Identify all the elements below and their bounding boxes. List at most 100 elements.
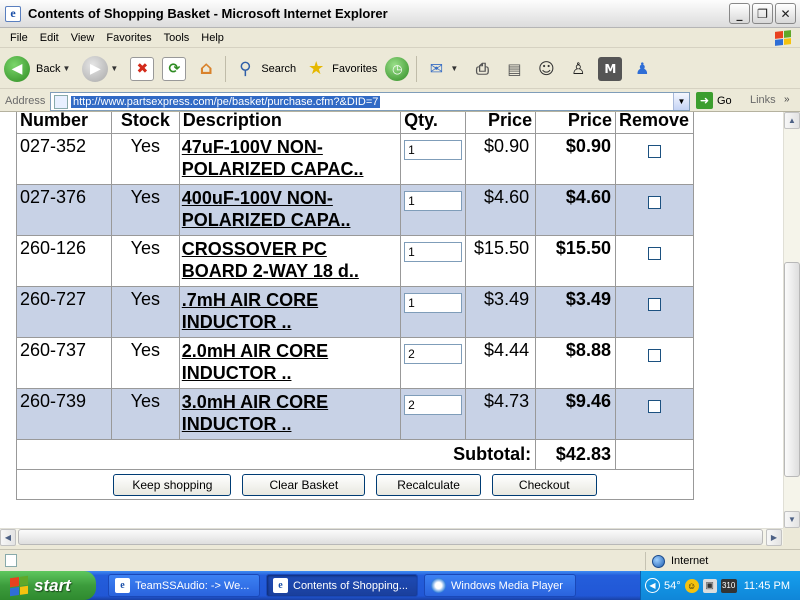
header-ext-price: Price [535, 112, 616, 134]
links-button[interactable]: Links [750, 94, 776, 106]
refresh-button[interactable]: ⟳ [158, 53, 190, 85]
item-number: 027-352 [16, 133, 112, 185]
vertical-scrollbar[interactable]: ▲ ▼ [783, 112, 800, 528]
menu-view[interactable]: View [65, 32, 101, 44]
taskbar-item-media-player[interactable]: Windows Media Player [424, 574, 576, 597]
item-number: 027-376 [16, 184, 112, 236]
item-description: 400uF-100V NON- POLARIZED CAPA.. [178, 184, 402, 236]
menu-file[interactable]: File [4, 32, 34, 44]
recalculate-button[interactable]: Recalculate [376, 474, 481, 496]
vertical-scroll-thumb[interactable] [784, 262, 800, 477]
maximize-button[interactable]: ❐ [752, 3, 773, 24]
media-button[interactable]: M [594, 53, 626, 85]
clear-basket-button[interactable]: Clear Basket [242, 474, 366, 496]
remove-checkbox[interactable] [647, 298, 661, 311]
network-icon[interactable]: ▣ [702, 578, 717, 593]
checkout-button[interactable]: Checkout [491, 474, 597, 496]
item-description-link[interactable]: .7mH AIR CORE INDUCTOR .. [182, 289, 398, 333]
print-button[interactable]: ⎙ [466, 53, 498, 85]
subtotal-value: $42.83 [535, 439, 616, 470]
forward-button[interactable]: ▶ ▼ [78, 53, 126, 85]
item-number: 260-737 [16, 337, 112, 389]
address-input[interactable]: http://www.partsexpress.com/pe/basket/pu… [50, 92, 690, 111]
item-ext-price: $8.88 [535, 337, 616, 389]
menu-edit[interactable]: Edit [34, 32, 65, 44]
item-qty-cell [400, 388, 467, 440]
forward-dropdown-icon[interactable]: ▼ [110, 64, 118, 73]
remove-checkbox[interactable] [647, 247, 661, 260]
scroll-right-icon[interactable]: ▶ [766, 529, 782, 546]
discuss-button[interactable]: ☺ [530, 53, 562, 85]
tray-app-icon[interactable]: 310 [720, 578, 737, 593]
horizontal-scrollbar[interactable]: ◀ ▶ [0, 528, 783, 546]
links-chevron-icon[interactable]: » [784, 94, 790, 105]
back-button[interactable]: ◀ Back ▼ [0, 53, 78, 85]
clock[interactable]: 11:45 PM [744, 580, 790, 592]
mail-dropdown-icon[interactable]: ▼ [450, 64, 458, 73]
print-icon: ⎙ [475, 58, 489, 78]
address-label: Address [5, 94, 46, 107]
menu-favorites[interactable]: Favorites [100, 32, 157, 44]
mail-button[interactable]: ✉ ▼ [420, 53, 466, 85]
edit-button[interactable]: ▤ [498, 53, 530, 85]
qty-input[interactable] [404, 242, 463, 262]
item-qty-cell [400, 235, 467, 287]
home-button[interactable]: ⌂ [190, 53, 222, 85]
subtotal-spacer [614, 439, 695, 470]
weather-temp[interactable]: 54° [664, 580, 681, 592]
ie-icon: e [273, 578, 288, 593]
close-button[interactable]: ✕ [775, 3, 796, 24]
scroll-up-icon[interactable]: ▲ [784, 112, 800, 129]
qty-input[interactable] [404, 191, 463, 211]
history-button[interactable]: ◷ [381, 53, 413, 85]
scroll-left-icon[interactable]: ◀ [0, 529, 16, 546]
item-qty-cell [400, 337, 467, 389]
contacts-button[interactable]: ♟ [626, 53, 658, 85]
item-description-link[interactable]: CROSSOVER PC BOARD 2-WAY 18 d.. [182, 238, 398, 282]
remove-cell [614, 235, 695, 287]
start-label: start [34, 575, 71, 595]
address-dropdown-icon[interactable]: ▼ [673, 93, 689, 110]
stop-button[interactable]: ✖ [126, 53, 158, 85]
remove-checkbox[interactable] [647, 349, 661, 362]
item-description: CROSSOVER PC BOARD 2-WAY 18 d.. [178, 235, 402, 287]
start-button[interactable]: start [0, 571, 96, 600]
back-dropdown-icon[interactable]: ▼ [62, 64, 70, 73]
item-description-link[interactable]: 2.0mH AIR CORE INDUCTOR .. [182, 340, 398, 384]
qty-input[interactable] [404, 140, 463, 160]
go-button[interactable]: ➜ Go [696, 92, 732, 109]
item-description-link[interactable]: 3.0mH AIR CORE INDUCTOR .. [182, 391, 398, 435]
qty-input[interactable] [404, 344, 463, 364]
menu-tools[interactable]: Tools [158, 32, 196, 44]
search-button[interactable]: ⚲ Search [229, 53, 300, 85]
search-icon: ⚲ [239, 58, 252, 79]
item-description-link[interactable]: 400uF-100V NON- POLARIZED CAPA.. [182, 187, 398, 231]
taskbar-item-shopping-basket[interactable]: e Contents of Shopping... [266, 574, 418, 597]
header-stock: Stock [110, 112, 180, 134]
item-description-link[interactable]: 47uF-100V NON- POLARIZED CAPAC.. [182, 136, 398, 180]
remove-checkbox[interactable] [647, 196, 661, 209]
tray-expand-icon[interactable]: ◀ [645, 578, 660, 593]
remove-checkbox[interactable] [647, 145, 661, 158]
task-label: Contents of Shopping... [293, 579, 408, 592]
qty-input[interactable] [404, 293, 463, 313]
horizontal-scroll-thumb[interactable] [18, 529, 763, 545]
item-stock: Yes [110, 133, 180, 185]
remove-cell [614, 337, 695, 389]
taskbar-item-teamssaudio[interactable]: e TeamSSAudio: -> We... [108, 574, 260, 597]
smiley-icon[interactable]: ☺ [684, 578, 699, 593]
item-ext-price: $9.46 [535, 388, 616, 440]
messenger-button[interactable]: ♙ [562, 53, 594, 85]
mail-icon: ✉ [429, 59, 444, 78]
header-remove: Remove [614, 112, 695, 134]
item-description: 47uF-100V NON- POLARIZED CAPAC.. [178, 133, 402, 185]
keep-shopping-button[interactable]: Keep shopping [113, 474, 232, 496]
qty-input[interactable] [404, 395, 463, 415]
menu-bar: File Edit View Favorites Tools Help [0, 28, 800, 48]
menu-help[interactable]: Help [195, 32, 230, 44]
minimize-button[interactable]: _ [729, 3, 750, 24]
scroll-down-icon[interactable]: ▼ [784, 511, 800, 528]
security-zone: Internet [645, 552, 708, 570]
remove-checkbox[interactable] [647, 400, 661, 413]
favorites-button[interactable]: ★ Favorites [300, 53, 381, 85]
